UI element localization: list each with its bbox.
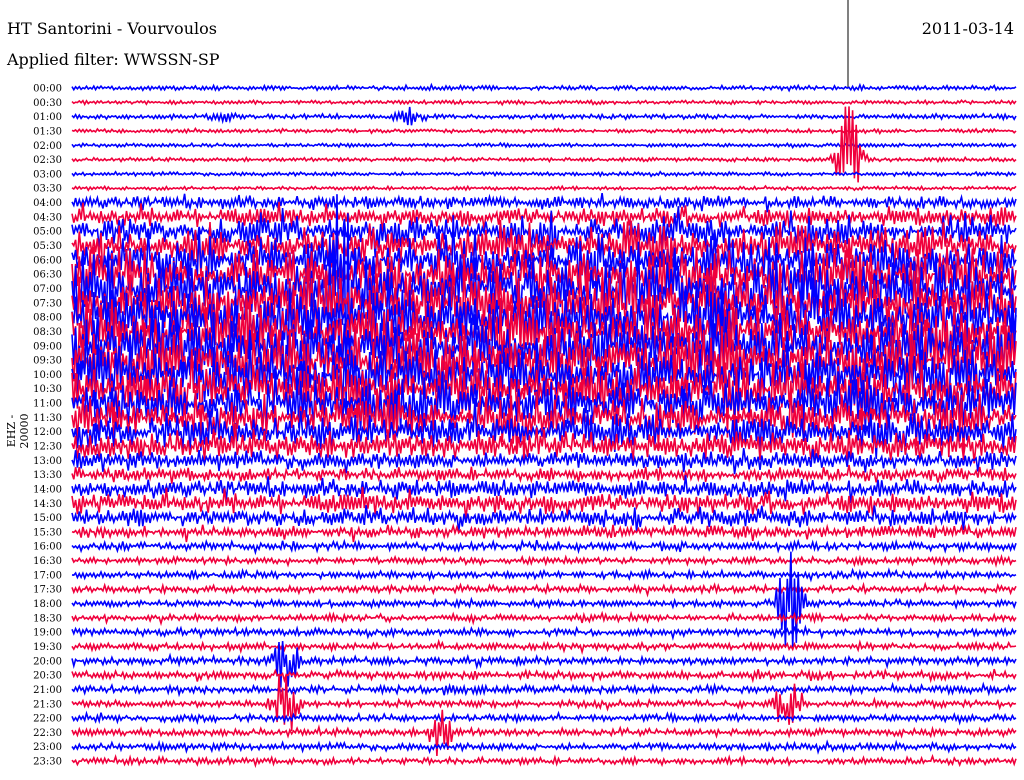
row-time-label: 22:00 [33, 714, 62, 725]
trace-row-1900 [71, 624, 1017, 641]
row-time-label: 06:30 [33, 270, 62, 281]
row-time-label: 16:30 [33, 556, 62, 567]
row-time-label: 07:00 [33, 284, 62, 295]
row-time-label: 22:30 [33, 728, 62, 739]
trace-row-1930 [71, 638, 1017, 655]
trace-row-0400 [71, 192, 1017, 213]
trace-row-1700 [71, 567, 1017, 583]
row-time-label: 09:30 [33, 356, 62, 367]
trace-row-0330 [71, 184, 1017, 192]
helicorder-plot: 00:00 00:30 01:00 01:30 02:00 02:30 03:00 03:30… [33, 0, 1017, 769]
row-time-label: 12:30 [33, 442, 62, 453]
row-time-label: 15:00 [33, 513, 62, 524]
row-time-label: 02:00 [33, 141, 62, 152]
trace-row-1200 [71, 398, 1017, 460]
row-time-label: 17:30 [33, 585, 62, 596]
row-time-label: 13:30 [33, 470, 62, 481]
trace-row-2130 [71, 674, 1017, 732]
row-time-label: 16:00 [33, 542, 62, 553]
row-time-label: 06:00 [33, 255, 62, 266]
row-time-label: 11:30 [33, 413, 62, 424]
row-time-label: 11:00 [33, 399, 62, 410]
trace-row-0130 [71, 126, 1017, 136]
row-time-label: 12:00 [33, 427, 62, 438]
row-time-label: 03:30 [33, 184, 62, 195]
row-time-label: 08:30 [33, 327, 62, 338]
row-time-label: 07:30 [33, 298, 62, 309]
trace-row-1800 [71, 551, 1017, 650]
row-time-label: 18:30 [33, 613, 62, 624]
trace-row-1730 [71, 581, 1017, 598]
row-time-label: 01:00 [33, 112, 62, 123]
row-time-label: 05:30 [33, 241, 62, 252]
row-time-label: 15:30 [33, 527, 62, 538]
trace-row-0000 [71, 82, 1017, 93]
trace-row-2030 [71, 667, 1017, 684]
row-time-label: 19:30 [33, 642, 62, 653]
row-time-label: 13:00 [33, 456, 62, 467]
row-time-label: 19:00 [33, 628, 62, 639]
row-time-label: 21:00 [33, 685, 62, 696]
row-time-label: 04:00 [33, 198, 62, 209]
trace-row-0300 [71, 170, 1017, 178]
trace-row-1630 [71, 553, 1017, 569]
row-time-label: 21:30 [33, 699, 62, 710]
row-time-label: 23:00 [33, 742, 62, 753]
trace-row-1830 [71, 610, 1017, 627]
trace-row-1300 [71, 447, 1017, 475]
trace-row-0200 [71, 141, 1017, 150]
row-time-label: 09:00 [33, 341, 62, 352]
trace-row-1530 [71, 523, 1017, 543]
trace-row-0100 [71, 106, 1017, 126]
trace-row-1330 [71, 464, 1017, 484]
row-time-label: 02:30 [33, 155, 62, 166]
row-time-label: 05:00 [33, 227, 62, 238]
row-time-label: 04:30 [33, 212, 62, 223]
trace-row-0030 [71, 98, 1017, 107]
row-time-label: 00:30 [33, 98, 62, 109]
row-time-label: 23:30 [33, 757, 62, 768]
row-time-label: 17:00 [33, 570, 62, 581]
row-time-label: 03:00 [33, 169, 62, 180]
row-time-label: 10:30 [33, 384, 62, 395]
row-time-label: 18:00 [33, 599, 62, 610]
row-time-label: 20:30 [33, 671, 62, 682]
row-time-label: 14:00 [33, 484, 62, 495]
trace-row-2330 [71, 753, 1017, 769]
trace-row-2100 [71, 681, 1017, 698]
trace-row-1600 [71, 538, 1017, 556]
trace-row-2300 [71, 739, 1017, 755]
row-time-label: 08:00 [33, 313, 62, 324]
row-time-label: 14:30 [33, 499, 62, 510]
row-time-label: 20:00 [33, 656, 62, 667]
trace-row-2000 [71, 641, 1017, 688]
row-time-label: 01:30 [33, 126, 62, 137]
trace-row-2200 [71, 710, 1017, 726]
row-time-label: 10:00 [33, 370, 62, 381]
row-time-label: 00:00 [33, 84, 62, 95]
